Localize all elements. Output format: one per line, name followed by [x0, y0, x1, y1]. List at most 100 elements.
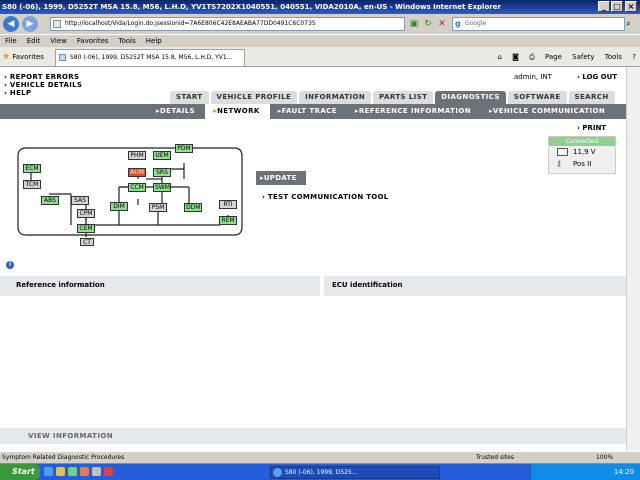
page-menu[interactable]: Page: [545, 50, 562, 64]
node-tcm[interactable]: TCM: [23, 180, 41, 189]
maximize-button[interactable]: □: [611, 1, 623, 12]
node-psm[interactable]: PSM: [149, 203, 167, 212]
tab-diagnostics[interactable]: DIAGNOSTICS: [435, 91, 506, 104]
node-cpm[interactable]: CPM: [77, 209, 95, 218]
start-button[interactable]: Start: [0, 464, 40, 480]
system-tray: 14:20: [530, 464, 640, 480]
refresh-icon[interactable]: ↻: [421, 17, 435, 31]
tab-start[interactable]: START: [170, 91, 209, 104]
print-icon[interactable]: ⎙: [529, 50, 535, 64]
tab-search[interactable]: SEARCH: [568, 91, 615, 104]
folder-quicklaunch-icon[interactable]: [56, 467, 65, 476]
ie-icon: [273, 468, 282, 477]
node-abs[interactable]: ABS: [41, 196, 59, 205]
battery-icon: [557, 148, 568, 156]
address-bar[interactable]: http://localhost/Vida/Login.do;jsessioni…: [50, 17, 405, 31]
node-ct[interactable]: CT: [80, 238, 94, 246]
status-bar: Symptom Related Diagnostic Procedures Tr…: [0, 451, 640, 463]
print-link[interactable]: PRINT: [577, 124, 606, 132]
node-aum[interactable]: AUM: [128, 168, 146, 177]
back-icon[interactable]: ◀: [3, 16, 19, 32]
subtab-spacer: [0, 104, 148, 119]
node-srs[interactable]: SRS: [153, 168, 171, 177]
reference-information-header: Reference information: [16, 281, 105, 289]
google-icon: g: [455, 19, 461, 28]
forward-icon[interactable]: ▶: [22, 16, 38, 32]
node-rti[interactable]: RTI: [219, 200, 237, 209]
node-ddm[interactable]: DDM: [184, 203, 202, 212]
taskbar-window-item[interactable]: S80 (-06), 1999, D525...: [270, 466, 440, 479]
vehicle-details-link[interactable]: VEHICLE DETAILS: [4, 81, 82, 89]
menu-file[interactable]: File: [0, 35, 22, 47]
subtab-network[interactable]: NETWORK: [205, 104, 270, 119]
browser-tab-title: S80 (-06), 1999, D5252T MSA 15.8, M56, L…: [70, 54, 233, 61]
app2-quicklaunch-icon[interactable]: [80, 467, 89, 476]
ignition-position: Pos II: [573, 160, 592, 168]
node-rem[interactable]: REM: [219, 216, 237, 225]
node-sas[interactable]: SAS: [71, 196, 89, 205]
update-button[interactable]: UPDATE: [256, 171, 306, 185]
minimize-button[interactable]: _: [598, 1, 610, 12]
menu-view[interactable]: View: [45, 35, 72, 47]
subtab-vehicle-communication[interactable]: VEHICLE COMMUNICATION: [481, 104, 615, 119]
vertical-scrollbar[interactable]: [626, 67, 640, 451]
app-quicklaunch-icon[interactable]: [68, 467, 77, 476]
feeds-icon[interactable]: ◙: [512, 50, 519, 64]
tab-software[interactable]: SOFTWARE: [507, 91, 567, 104]
view-information-button[interactable]: VIEW INFORMATION: [0, 428, 626, 444]
test-communication-tool-link[interactable]: TEST COMMUNICATION TOOL: [262, 193, 389, 201]
menu-favorites[interactable]: Favorites: [72, 35, 114, 47]
logout-link[interactable]: LOG OUT: [577, 73, 617, 81]
user-name: admin, INT: [514, 73, 552, 81]
address-toolbar: ◀ ▶ http://localhost/Vida/Login.do;jsess…: [0, 14, 640, 34]
connection-status: Connected: [549, 137, 615, 146]
info-icon[interactable]: i: [6, 261, 14, 269]
subtab-details[interactable]: DETAILS: [148, 104, 205, 119]
search-input[interactable]: g Google ⌕: [452, 17, 631, 31]
page-icon: [53, 20, 61, 28]
node-ccm[interactable]: CCM: [128, 183, 146, 192]
help-icon[interactable]: ?: [632, 50, 636, 64]
node-dim[interactable]: DIM: [110, 202, 128, 211]
node-cem[interactable]: CEM: [77, 224, 95, 233]
zoom-level[interactable]: 100%: [596, 452, 613, 463]
node-ecm[interactable]: ECM: [23, 164, 41, 173]
taskbar: Start S80 (-06), 1999, D525... 14:20: [0, 463, 640, 480]
tab-parts-list[interactable]: PARTS LIST: [373, 91, 434, 104]
app3-quicklaunch-icon[interactable]: [92, 467, 101, 476]
node-pdm[interactable]: PDM: [175, 144, 193, 153]
sub-tabs: DETAILS NETWORK FAULT TRACE REFERENCE IN…: [0, 104, 640, 119]
favorites-button[interactable]: ★ Favorites: [2, 50, 44, 64]
help-link[interactable]: HELP: [4, 89, 82, 97]
tools-menu[interactable]: Tools: [605, 50, 622, 64]
tab-information[interactable]: INFORMATION: [299, 91, 372, 104]
node-swm[interactable]: SWM: [153, 183, 171, 192]
tab-vehicle-profile[interactable]: VEHICLE PROFILE: [210, 91, 298, 104]
app4-quicklaunch-icon[interactable]: [104, 467, 113, 476]
favorites-label: Favorites: [12, 53, 44, 61]
network-diagram: ECM TCM ABS SAS CPM CEM CT PHM UEM PDM A…: [14, 144, 246, 246]
compatibility-icon[interactable]: ▣: [407, 17, 421, 31]
menu-edit[interactable]: Edit: [22, 35, 46, 47]
close-button[interactable]: ×: [625, 1, 637, 12]
node-uem[interactable]: UEM: [153, 151, 171, 160]
subtab-fault-trace[interactable]: FAULT TRACE: [270, 104, 347, 119]
quick-launch: [44, 467, 116, 477]
home-icon[interactable]: ⌂: [497, 50, 501, 64]
subtab-reference-information[interactable]: REFERENCE INFORMATION: [347, 104, 481, 119]
ie-quicklaunch-icon[interactable]: [44, 467, 53, 476]
browser-tab[interactable]: S80 (-06), 1999, D5252T MSA 15.8, M56, L…: [55, 49, 245, 66]
stop-icon[interactable]: ✕: [435, 17, 449, 31]
safety-menu[interactable]: Safety: [572, 50, 594, 64]
left-menu: REPORT ERRORS VEHICLE DETAILS HELP: [4, 73, 82, 97]
web-page: REPORT ERRORS VEHICLE DETAILS HELP admin…: [0, 67, 640, 451]
tab-page-icon: [59, 54, 66, 61]
search-icon[interactable]: ⌕: [626, 18, 638, 30]
menu-tools[interactable]: Tools: [114, 35, 141, 47]
report-errors-link[interactable]: REPORT ERRORS: [4, 73, 82, 81]
menu-help[interactable]: Help: [141, 35, 167, 47]
favorites-bar: ★ Favorites S80 (-06), 1999, D5252T MSA …: [0, 47, 640, 67]
battery-voltage: 11,9 V: [573, 148, 596, 156]
window-title: S80 (-06), 1999, D5252T MSA 15.8, M56, L…: [2, 3, 501, 11]
node-phm[interactable]: PHM: [128, 151, 146, 160]
